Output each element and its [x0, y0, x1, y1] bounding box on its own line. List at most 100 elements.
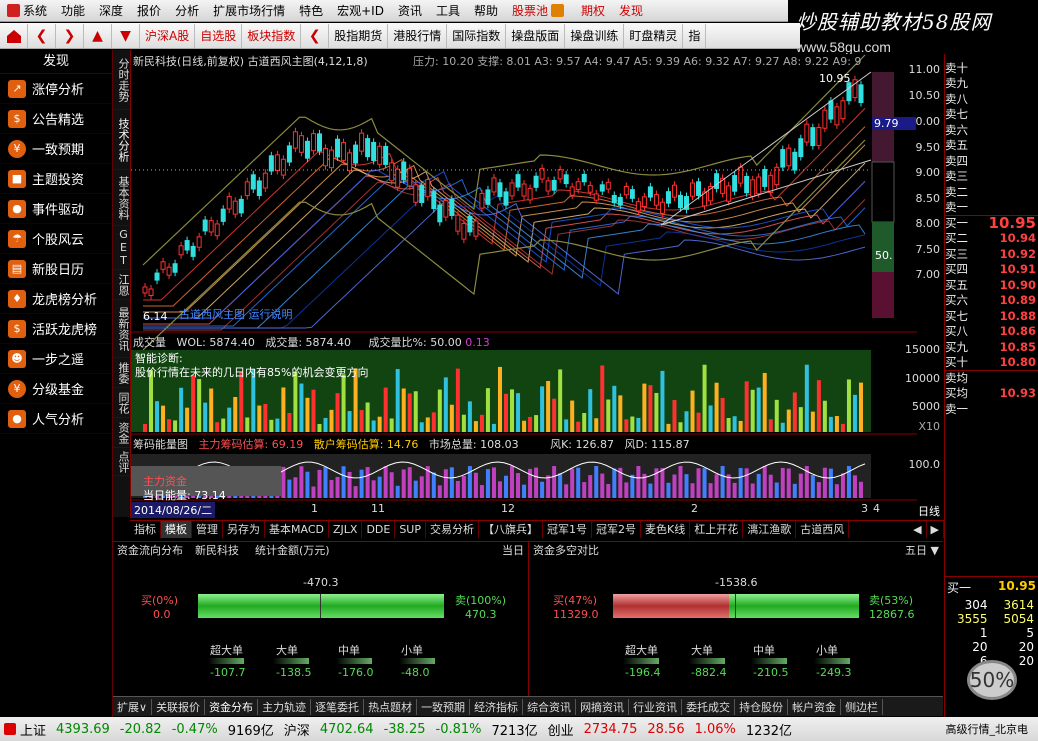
sidebar-item-popularity[interactable]: ● 人气分析 [0, 404, 112, 434]
chip-bar [666, 482, 671, 498]
tb-trading-practice[interactable]: 操盘训练 [565, 23, 625, 48]
menu-news[interactable]: 资讯 [391, 0, 429, 22]
bottom-sidebar[interactable]: 侧边栏 [841, 698, 884, 715]
bottom-industry-news[interactable]: 行业资讯 [629, 698, 683, 715]
vtab-latest-news[interactable]: 最新资讯 [113, 300, 130, 358]
bottom-main-track[interactable]: 主力轨迹 [258, 698, 312, 715]
up-arrow-icon[interactable]: ▲ [84, 23, 112, 48]
tab-prev-icon[interactable]: ◀ [909, 521, 927, 538]
bottom-composite-news[interactable]: 综合资讯 [523, 698, 577, 715]
menu-function[interactable]: 功能 [54, 0, 92, 22]
flow-period-right[interactable]: 五日 ▼ [901, 542, 943, 558]
sidebar-item-events[interactable]: ● 事件驱动 [0, 194, 112, 224]
bottom-account[interactable]: 帐户资金 [788, 698, 842, 715]
tb-watchlist[interactable]: 自选股 [195, 23, 243, 48]
menu-quote[interactable]: 报价 [130, 0, 168, 22]
sidebar-item-consensus[interactable]: ¥ 一致预期 [0, 134, 112, 164]
bottom-fund-dist[interactable]: 资金分布 [205, 698, 259, 715]
menu-analysis[interactable]: 分析 [168, 0, 206, 22]
bottom-orders[interactable]: 委托成交 [682, 698, 736, 715]
chart-area[interactable]: 新民科技(日线,前复权) 古道西风主图(4,12,1,8) 压力: 10.20 … [130, 50, 917, 518]
flow-left-val: -176.0 [338, 666, 374, 679]
volume-bar [564, 419, 569, 432]
sidebar-item-stock-wind[interactable]: ☂ 个股风云 [0, 224, 112, 254]
tab-champion-1[interactable]: 冠军1号 [543, 521, 592, 538]
period-label[interactable]: 日线 [902, 503, 944, 519]
vtab-fundamentals[interactable]: 基本资料 [113, 170, 130, 226]
bottom-holdings[interactable]: 持仓股份 [735, 698, 789, 715]
tab-color-kline[interactable]: 麦色K线 [641, 521, 691, 538]
bottom-consensus[interactable]: 一致预期 [417, 698, 471, 715]
bottom-web-news[interactable]: 网摘资讯 [576, 698, 630, 715]
tab-eight-banners[interactable]: 【八旗兵】 [479, 521, 543, 538]
tab-zjlx[interactable]: ZJLX [329, 521, 363, 538]
cy-name[interactable]: 创业 [548, 720, 574, 739]
menu-help[interactable]: 帮助 [467, 0, 505, 22]
sidebar-item-ipo-calendar[interactable]: ▤ 新股日历 [0, 254, 112, 284]
tab-indicator[interactable]: 指标 [130, 521, 161, 538]
vtab-funds[interactable]: 资金 [113, 418, 130, 448]
sidebar-item-dragon-tiger[interactable]: ♦ 龙虎榜分析 [0, 284, 112, 314]
vtab-recommend[interactable]: 推委 [113, 358, 130, 388]
menu-discover[interactable]: 发现 [612, 0, 650, 22]
menu-extended-market[interactable]: 扩展市场行情 [206, 0, 292, 22]
percent-badge[interactable]: 50% [967, 660, 1017, 700]
candle-body [714, 173, 720, 189]
flow-period-left[interactable]: 当日 [498, 542, 528, 558]
bottom-expand[interactable]: 扩展∨ [113, 698, 153, 715]
tab-template[interactable]: 模板 [161, 521, 192, 538]
sh-name[interactable]: 上证 [20, 720, 46, 739]
tb-sector-index[interactable]: 板块指数 [242, 23, 302, 48]
tab-manage[interactable]: 管理 [192, 521, 223, 538]
tb-hk-stocks[interactable]: 港股行情 [388, 23, 448, 48]
vtab-comment[interactable]: 点评 [113, 448, 130, 476]
vtab-gann[interactable]: 江恩 [113, 270, 130, 300]
volume-bar [678, 422, 683, 432]
tab-next-icon[interactable]: ▶ [927, 521, 944, 538]
menu-macro[interactable]: 宏观+ID [330, 0, 391, 22]
down-arrow-icon[interactable]: ▼ [112, 23, 140, 48]
menu-depth[interactable]: 深度 [92, 0, 130, 22]
menu-special[interactable]: 特色 [292, 0, 330, 22]
tb-index-futures[interactable]: 股指期货 [329, 23, 389, 48]
tab-dde[interactable]: DDE [362, 521, 396, 538]
forward-arrow-icon[interactable]: ❯ [56, 23, 84, 48]
tab-lijiang[interactable]: 漓江渔歌 [743, 521, 797, 538]
vtab-technical[interactable]: 技术分析 [113, 110, 130, 170]
sidebar-item-active-dragon[interactable]: $ 活跃龙虎榜 [0, 314, 112, 344]
hs-name[interactable]: 沪深 [284, 720, 310, 739]
tab-macd[interactable]: 基本MACD [265, 521, 329, 538]
bottom-economic[interactable]: 经济指标 [470, 698, 524, 715]
tab-sup[interactable]: SUP [395, 521, 426, 538]
sidebar-item-one-step[interactable]: ☻ 一步之遥 [0, 344, 112, 374]
bottom-tick-orders[interactable]: 逐笔委托 [311, 698, 365, 715]
bottom-hot-topics[interactable]: 热点题材 [364, 698, 418, 715]
sidebar-item-theme[interactable]: ■ 主题投资 [0, 164, 112, 194]
tb-trading-layout[interactable]: 操盘版面 [506, 23, 566, 48]
tab-gudao-xifeng[interactable]: 古道西风 [796, 521, 850, 538]
tab-bloom[interactable]: 杠上开花 [690, 521, 744, 538]
menu-system[interactable]: 系统 [0, 0, 54, 22]
vtab-intraday[interactable]: 分时走势 [113, 50, 130, 110]
tab-trade-analysis[interactable]: 交易分析 [426, 521, 479, 538]
vtab-get[interactable]: GET [113, 226, 130, 270]
tb-hs-a-shares[interactable]: 沪深A股 [140, 23, 196, 48]
home-icon[interactable] [0, 23, 28, 48]
chip-bar [624, 482, 629, 498]
back-arrow-icon[interactable]: ❮ [28, 23, 56, 48]
tb-intl-index[interactable]: 国际指数 [447, 23, 507, 48]
sidebar-item-announcements[interactable]: $ 公告精选 [0, 104, 112, 134]
menu-stock-pool[interactable]: 股票池 [505, 0, 574, 22]
tab-champion-2[interactable]: 冠军2号 [592, 521, 641, 538]
tb-more[interactable]: 指 [683, 23, 707, 48]
menu-tools[interactable]: 工具 [429, 0, 467, 22]
tab-save-as[interactable]: 另存为 [223, 521, 265, 538]
vtab-tonghua[interactable]: 同花 [113, 388, 130, 418]
bottom-related-quote[interactable]: 关联报价 [152, 698, 206, 715]
menu-options[interactable]: 期权 [574, 0, 612, 22]
tb-monitor-sprite[interactable]: 盯盘精灵 [624, 23, 684, 48]
sidebar-item-graded-fund[interactable]: ¥ 分级基金 [0, 374, 112, 404]
left-arrow-icon[interactable]: ❮ [301, 23, 330, 48]
flow-right-sell-bar [729, 594, 859, 618]
sidebar-item-limit-up[interactable]: ↗ 涨停分析 [0, 74, 112, 104]
